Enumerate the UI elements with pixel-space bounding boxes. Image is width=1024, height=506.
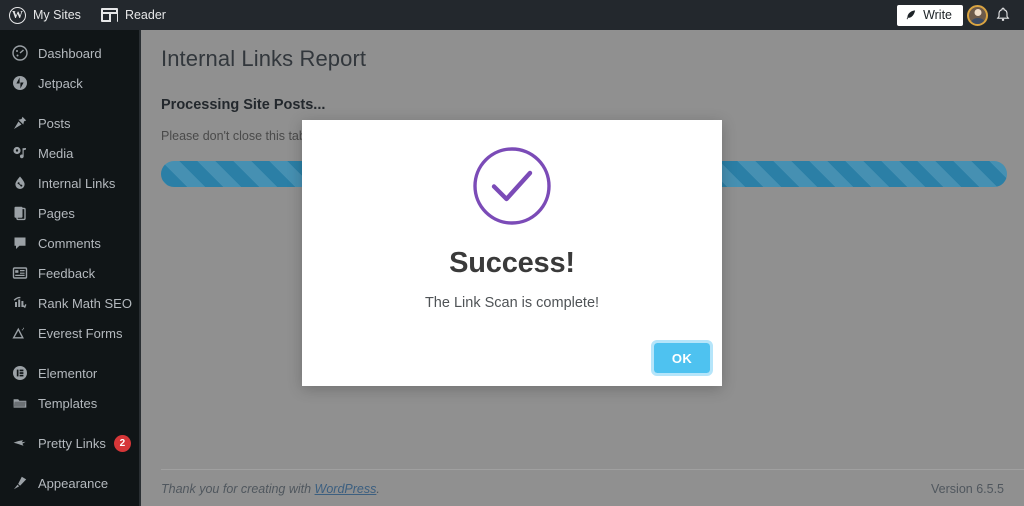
dashboard-icon [10, 43, 30, 63]
media-icon [10, 143, 30, 163]
sidebar-separator [0, 458, 141, 468]
app-root: W My Sites Reader Write Dashboard Jetpac… [0, 0, 1024, 506]
comments-icon [10, 233, 30, 253]
success-modal: Success! The Link Scan is complete! OK [302, 120, 722, 386]
sidebar-item-label: Media [38, 145, 74, 161]
quill-pen-icon [906, 10, 916, 20]
wordpress-link[interactable]: WordPress [315, 482, 377, 496]
ok-button[interactable]: OK [651, 340, 713, 376]
sidebar-item-appearance[interactable]: Appearance [0, 468, 141, 498]
modal-title: Success! [449, 247, 575, 279]
sidebar-item-feedback[interactable]: Feedback [0, 258, 141, 288]
elementor-icon [10, 363, 30, 383]
sidebar-item-badge: 2 [113, 434, 131, 452]
sidebar-item-label: Internal Links [38, 175, 116, 191]
sidebar-item-pretty-links[interactable]: Pretty Links 2 [0, 428, 141, 458]
sidebar-item-label: Jetpack [38, 75, 83, 91]
sidebar-item-everest-forms[interactable]: Everest Forms [0, 318, 141, 348]
sidebar-item-internal-links[interactable]: Internal Links [0, 168, 141, 198]
sidebar-item-posts[interactable]: Posts [0, 108, 141, 138]
internal-links-icon [10, 173, 30, 193]
write-button-label: Write [923, 8, 952, 22]
sidebar-item-dashboard[interactable]: Dashboard [0, 38, 141, 68]
jetpack-icon [10, 73, 30, 93]
sidebar-item-comments[interactable]: Comments [0, 228, 141, 258]
footer-credit-prefix: Thank you for creating with [161, 482, 315, 496]
processing-note: Please don't close this tab o [161, 129, 317, 143]
rank-math-icon [10, 293, 30, 313]
sidebar-item-media[interactable]: Media [0, 138, 141, 168]
user-avatar-icon[interactable] [967, 4, 988, 26]
everest-forms-icon [10, 323, 30, 343]
adminbar-my-sites[interactable]: W My Sites [0, 0, 91, 30]
write-button[interactable]: Write [897, 4, 963, 26]
reader-icon [100, 8, 118, 22]
sidebar-item-label: Pages [38, 205, 75, 221]
sidebar-item-elementor[interactable]: Elementor [0, 358, 141, 388]
admin-bar: W My Sites Reader Write [0, 0, 1024, 30]
modal-actions: OK [651, 340, 713, 376]
processing-status-heading: Processing Site Posts... [161, 97, 326, 113]
pin-icon [10, 113, 30, 133]
appearance-icon [10, 473, 30, 493]
wordpress-version: Version 6.5.5 [931, 482, 1004, 496]
adminbar-my-sites-label: My Sites [33, 8, 81, 22]
modal-message: The Link Scan is complete! [424, 295, 600, 311]
sidebar-separator [0, 348, 141, 358]
sidebar-item-label: Posts [38, 115, 71, 131]
footer-divider [161, 469, 1024, 470]
wordpress-logo-icon: W [9, 6, 26, 24]
pretty-links-icon [10, 433, 30, 453]
sidebar-item-label: Templates [38, 395, 98, 411]
adminbar-reader-label: Reader [124, 8, 166, 22]
feedback-icon [10, 263, 30, 283]
footer-credit: Thank you for creating with WordPress. [161, 482, 380, 496]
adminbar-reader[interactable]: Reader [91, 0, 176, 30]
sidebar-item-rank-math-seo[interactable]: Rank Math SEO [0, 288, 141, 318]
sidebar-separator [0, 98, 141, 108]
sidebar-menu-list: Dashboard Jetpack Posts Media Internal Links… [0, 38, 141, 498]
success-check-circle-icon [473, 147, 551, 225]
sidebar-item-label: Comments [38, 235, 101, 251]
pages-icon [10, 203, 30, 223]
sidebar-item-label: Feedback [38, 265, 96, 281]
sidebar-item-label: Dashboard [38, 45, 102, 61]
admin-sidebar: Dashboard Jetpack Posts Media Internal Links… [0, 30, 141, 506]
notifications-bell-icon[interactable] [992, 4, 1014, 26]
sidebar-item-jetpack[interactable]: Jetpack [0, 68, 141, 98]
sidebar-item-pages[interactable]: Pages [0, 198, 141, 228]
templates-icon [10, 393, 30, 413]
page-title: Internal Links Report [161, 46, 367, 71]
sidebar-item-label: Appearance [38, 475, 109, 491]
sidebar-item-label: Everest Forms [38, 325, 123, 341]
sidebar-edge [139, 30, 141, 506]
sidebar-separator [0, 418, 141, 428]
adminbar-right-group: Write [897, 4, 1024, 26]
footer-credit-suffix: . [376, 482, 380, 496]
sidebar-item-label: Elementor [38, 365, 98, 381]
sidebar-item-templates[interactable]: Templates [0, 388, 141, 418]
sidebar-item-label: Rank Math SEO [38, 295, 132, 311]
sidebar-item-label: Pretty Links [38, 435, 106, 451]
